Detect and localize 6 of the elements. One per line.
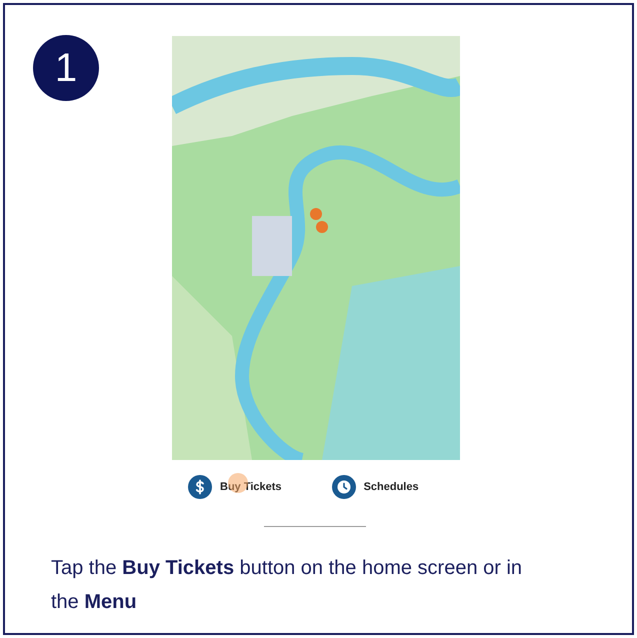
step-number: 1 — [33, 35, 99, 101]
clock-icon — [332, 475, 356, 499]
instruction-text: Tap the Buy Tickets button on the home screen or in the Menu — [51, 556, 524, 615]
dollar-icon — [188, 475, 212, 499]
nav-button[interactable]: Schedules — [332, 475, 419, 499]
nav-button[interactable]: Buy Tickets — [188, 475, 282, 499]
